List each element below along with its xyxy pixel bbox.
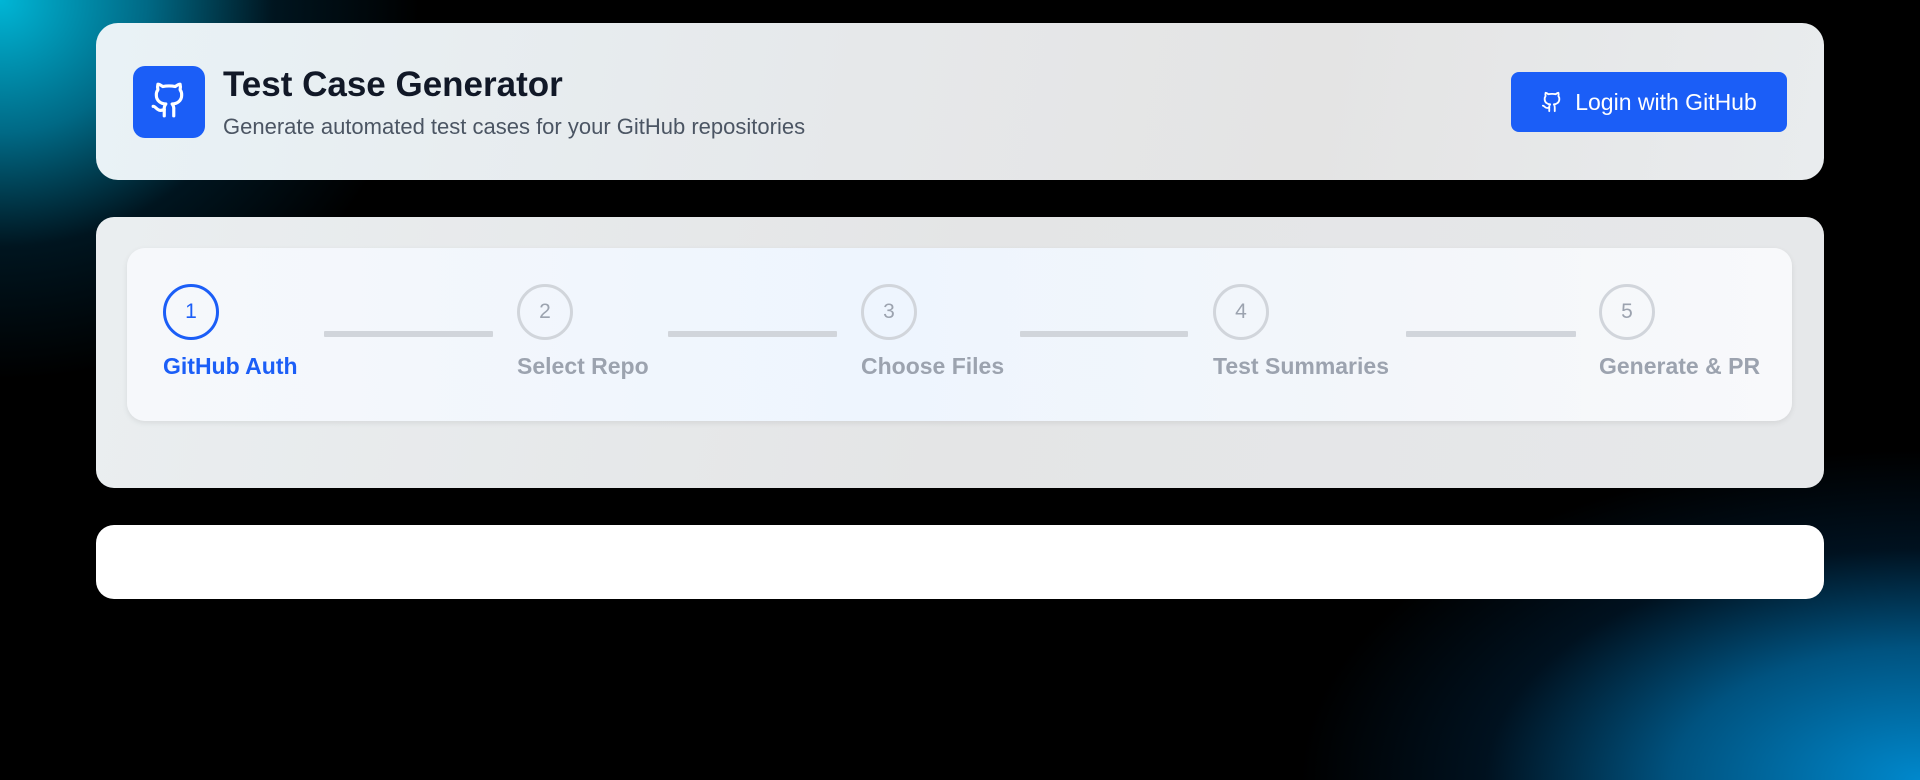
step-connector — [1020, 331, 1188, 337]
login-with-github-button[interactable]: Login with GitHub — [1511, 72, 1787, 132]
step-github-auth[interactable]: 1 GitHub Auth — [163, 284, 298, 379]
step-number: 1 — [163, 284, 219, 340]
header-card: Test Case Generator Generate automated t… — [96, 23, 1824, 180]
step-connector — [668, 331, 837, 337]
login-button-label: Login with GitHub — [1575, 88, 1757, 115]
github-icon — [150, 81, 188, 124]
step-label: GitHub Auth — [163, 353, 298, 379]
step-label: Select Repo — [517, 353, 649, 379]
step-select-repo[interactable]: 2 Select Repo — [517, 284, 649, 379]
step-number: 4 — [1213, 284, 1269, 340]
content-panel — [96, 525, 1824, 599]
step-label: Generate & PR — [1599, 353, 1761, 379]
page-title: Test Case Generator — [223, 65, 563, 104]
app-logo — [133, 66, 205, 138]
step-number: 5 — [1599, 284, 1655, 340]
step-label: Choose Files — [861, 353, 1005, 379]
step-label: Test Summaries — [1213, 353, 1389, 379]
step-number: 3 — [861, 284, 917, 340]
step-choose-files[interactable]: 3 Choose Files — [861, 284, 1004, 379]
stepper-card: 1 GitHub Auth 2 Select Repo 3 Choose Fil… — [96, 217, 1824, 488]
step-connector — [1406, 331, 1576, 337]
step-connector — [324, 331, 493, 337]
github-icon — [1541, 91, 1563, 113]
step-number: 2 — [517, 284, 573, 340]
stepper: 1 GitHub Auth 2 Select Repo 3 Choose Fil… — [127, 248, 1792, 421]
page-subtitle: Generate automated test cases for your G… — [223, 114, 806, 139]
step-generate-pr[interactable]: 5 Generate & PR — [1599, 284, 1760, 379]
step-test-summaries[interactable]: 4 Test Summaries — [1213, 284, 1389, 379]
